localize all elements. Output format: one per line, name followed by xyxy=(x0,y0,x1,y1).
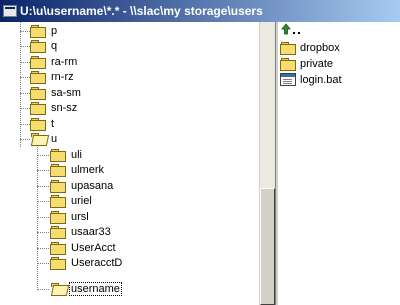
folder-icon xyxy=(30,118,46,131)
folder-icon xyxy=(30,56,46,69)
tree-item-label: usaar33 xyxy=(71,226,111,238)
file-item-dropbox[interactable]: dropbox xyxy=(280,39,342,56)
file-list-pane[interactable]: dropbox private login.bat xyxy=(278,22,400,305)
folder-icon xyxy=(30,25,46,38)
folder-icon xyxy=(50,242,66,255)
tree-line xyxy=(20,77,30,78)
tree-item-username[interactable]: username xyxy=(50,280,122,298)
tree-line xyxy=(37,217,49,218)
folder-icon xyxy=(280,41,296,55)
tree-item-label: uriel xyxy=(71,195,92,207)
tree-line xyxy=(37,263,49,264)
open-folder-icon xyxy=(50,283,66,295)
tree-scrollbar[interactable] xyxy=(259,22,275,305)
folder-icon xyxy=(50,195,66,208)
file-item-label: private xyxy=(300,57,334,70)
tree-item-label: uli xyxy=(71,149,83,161)
tree-line xyxy=(37,232,49,233)
file-item-label: dropbox xyxy=(300,41,340,54)
tree-item-label: ulmerk xyxy=(71,164,105,176)
tree-line xyxy=(37,147,38,290)
folder-icon xyxy=(50,226,66,239)
directory-tree-pane[interactable]: p q ra-rm rn-rz sa-sm sn-sz t u uli ulme… xyxy=(0,22,259,305)
drive-window-icon xyxy=(3,5,17,17)
folder-icon xyxy=(50,211,66,224)
tree-item-label: upasana xyxy=(71,180,114,192)
tree-item-label: q xyxy=(51,40,58,52)
tree-item-label: ursl xyxy=(71,211,89,223)
tree-item-label: UseracctD xyxy=(71,257,123,269)
file-item-label: login.bat xyxy=(300,73,342,86)
tree-line xyxy=(37,155,49,156)
tree-line xyxy=(20,46,30,47)
window-title: U:\u\username\*.* - \\slac\my storage\us… xyxy=(20,4,263,18)
tree-item-label: sa-sm xyxy=(51,87,81,99)
title-bar[interactable]: U:\u\username\*.* - \\slac\my storage\us… xyxy=(0,0,400,22)
tree-line xyxy=(20,62,30,63)
up-folder-icon[interactable] xyxy=(280,23,306,35)
folder-icon xyxy=(50,257,66,270)
folder-icon xyxy=(50,180,66,193)
tree-item-label: ra-rm xyxy=(51,56,78,68)
tree-item-label: username xyxy=(69,282,122,296)
tree-line xyxy=(20,108,30,109)
folder-icon xyxy=(50,149,66,162)
folder-icon xyxy=(280,57,296,71)
tree-line xyxy=(20,93,30,94)
folder-icon xyxy=(30,87,46,100)
tree-item-label: rn-rz xyxy=(51,71,74,83)
folder-icon xyxy=(50,164,66,177)
tree-item-label: u xyxy=(51,133,58,145)
tree-line xyxy=(37,201,49,202)
folder-icon xyxy=(30,102,46,115)
file-item-login-bat[interactable]: login.bat xyxy=(280,71,344,88)
open-folder-icon xyxy=(30,133,46,145)
folder-icon xyxy=(30,71,46,84)
tree-line xyxy=(37,170,49,171)
tree-item-label: sn-sz xyxy=(51,102,78,114)
folder-icon xyxy=(30,40,46,53)
tree-line xyxy=(20,124,30,125)
tree-item-label: t xyxy=(51,118,55,130)
batch-file-icon xyxy=(280,73,296,86)
tree-line xyxy=(37,289,49,290)
tree-line xyxy=(37,248,49,249)
tree-line xyxy=(20,139,30,140)
tree-item-label: UserAcct xyxy=(71,242,116,254)
scrollbar-thumb[interactable] xyxy=(260,188,275,305)
tree-item-label: p xyxy=(51,25,58,37)
tree-line xyxy=(20,31,30,32)
tree-item-useracctd[interactable]: UseracctD xyxy=(50,254,124,272)
tree-line xyxy=(20,22,21,147)
tree-line xyxy=(37,186,49,187)
file-item-private[interactable]: private xyxy=(280,55,335,72)
